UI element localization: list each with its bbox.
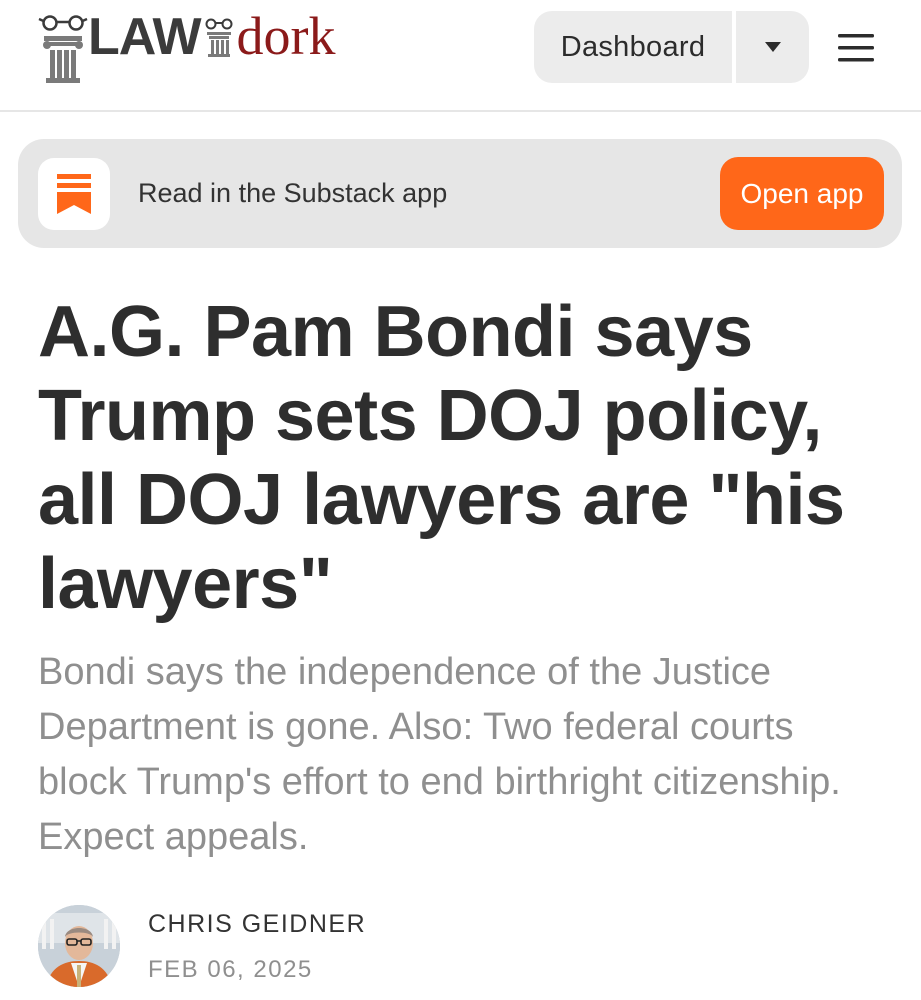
- small-pillar-logo-icon: [205, 18, 233, 57]
- author-name[interactable]: CHRIS GEIDNER: [148, 910, 366, 939]
- substack-bookmark-icon: [57, 174, 91, 214]
- publish-date: FEB 06, 2025: [148, 956, 313, 983]
- substack-app-icon: [38, 158, 110, 230]
- open-app-button[interactable]: Open app: [720, 157, 884, 230]
- banner-text: Read in the Substack app: [138, 178, 448, 208]
- author-avatar[interactable]: [38, 905, 120, 987]
- logo-law-text: LAW: [88, 8, 202, 66]
- author-photo: [38, 905, 120, 987]
- article-subtitle: Bondi says the independence of the Justi…: [38, 651, 841, 858]
- glasses-pillar-logo-icon: [38, 15, 88, 83]
- dashboard-dropdown-button[interactable]: [736, 11, 809, 83]
- caret-down-icon: [764, 42, 781, 52]
- substack-app-banner: Read in the Substack app Open app: [18, 139, 902, 248]
- site-logo[interactable]: [38, 12, 88, 86]
- byline: CHRIS GEIDNER FEB 06, 2025: [38, 905, 898, 995]
- site-header: LAW dork Dashboard: [0, 0, 921, 112]
- site-wordmark[interactable]: LAW dork: [88, 8, 336, 65]
- logo-dork-text: dork: [236, 6, 336, 66]
- menu-button[interactable]: [834, 26, 878, 70]
- hamburger-menu-icon: [838, 34, 874, 62]
- dashboard-control: Dashboard: [534, 11, 809, 83]
- article-title: A.G. Pam Bondi says Trump sets DOJ polic…: [38, 292, 845, 624]
- dashboard-button[interactable]: Dashboard: [534, 11, 732, 83]
